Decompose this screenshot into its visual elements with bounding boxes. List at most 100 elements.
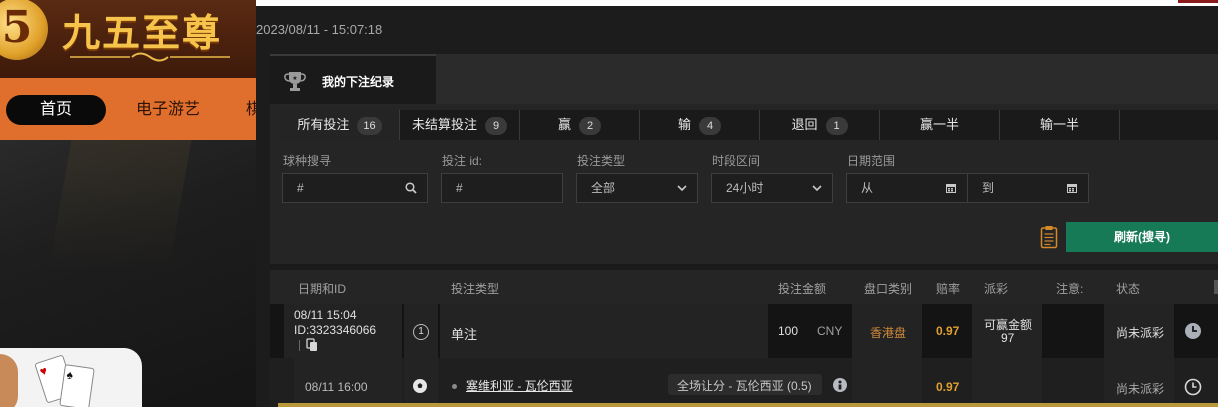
- table-row[interactable]: 08/11 16:00 塞维利亚 - 瓦伦西亚 全场让分 - 瓦伦西亚 (0.5…: [270, 358, 1218, 407]
- date-from-input[interactable]: 从: [846, 173, 968, 203]
- promo-card[interactable]: ♥ ♠: [0, 348, 142, 407]
- tab-count: 4: [699, 116, 721, 135]
- avatar: [0, 354, 18, 407]
- bet-amount: 100: [778, 324, 799, 338]
- date-range-label: 日期范围: [847, 154, 896, 168]
- bet-type-value: 全部: [591, 181, 616, 195]
- bet-id-input[interactable]: #: [441, 173, 563, 203]
- col-amount: 投注金额: [778, 282, 827, 296]
- market-cell: [852, 358, 922, 403]
- bet-type-cell: [440, 304, 768, 358]
- bet-selection: 全场让分 - 瓦伦西亚 (0.5): [677, 379, 812, 393]
- chevron-down-icon: [677, 174, 687, 203]
- tab-lose-half[interactable]: 输一半: [1000, 110, 1120, 140]
- svg-text:★: ★: [292, 75, 297, 82]
- tab-label: 输: [677, 117, 691, 132]
- red-accent: [1178, 0, 1218, 3]
- period-label: 时段区间: [712, 154, 761, 168]
- hero-light: [48, 140, 192, 270]
- bullet: [452, 384, 457, 389]
- nav-chess[interactable]: 棋: [246, 95, 256, 125]
- tab-all-bets[interactable]: 所有投注 16: [280, 110, 400, 140]
- nav-electronic-games[interactable]: 电子游艺: [136, 95, 200, 125]
- col-status: 状态: [1116, 282, 1141, 296]
- period-select[interactable]: 24小时: [711, 173, 833, 203]
- bet-index-badge: 1: [413, 324, 429, 340]
- bet-id-label: 投注 id:: [442, 154, 483, 168]
- tab-win-half[interactable]: 赢一半: [880, 110, 1000, 140]
- separator: [299, 340, 300, 351]
- soccer-ball-icon: [413, 379, 427, 393]
- tab-unsettled[interactable]: 未结算投注 9: [400, 110, 520, 140]
- tab-label: 未结算投注: [411, 117, 477, 132]
- refresh-search-button[interactable]: 刷新(搜寻): [1066, 222, 1218, 252]
- tab-count: 1: [825, 116, 848, 135]
- tab-count: 2: [579, 116, 601, 135]
- col-market: 盘口类别: [864, 282, 913, 296]
- clock-icon[interactable]: [1184, 378, 1202, 396]
- col-payout: 派彩: [984, 282, 1009, 296]
- bet-date: 08/11 15:04: [294, 308, 357, 322]
- screen: 5 九五至尊 首页 电子游艺 棋 ♥ ♠ 2023/08/11 - 15:07:…: [0, 0, 1218, 407]
- bet-odds: 0.97: [936, 324, 960, 338]
- timestamp: 2023/08/11 - 15:07:18: [256, 22, 383, 37]
- site-header: 5 九五至尊: [0, 0, 256, 78]
- col-date-id: 日期和ID: [298, 282, 347, 296]
- copy-icon[interactable]: [306, 338, 318, 352]
- sport-search-placeholder: #: [297, 181, 304, 195]
- bet-id-placeholder: #: [456, 181, 463, 195]
- match-status: 尚未派彩: [1116, 382, 1165, 396]
- modal-title: 我的下注纪录: [322, 75, 395, 89]
- bet-record-modal: 2023/08/11 - 15:07:18 ★ 我的下注纪录 所有投注 16 未…: [256, 0, 1218, 407]
- title-bar-fill: [436, 54, 1218, 104]
- site-nav: 首页 电子游艺 棋: [0, 78, 256, 140]
- tab-win[interactable]: 赢2: [520, 110, 640, 140]
- bet-type-label: 投注类型: [577, 154, 626, 168]
- sport-search-label: 球种搜寻: [283, 154, 332, 168]
- col-odds: 赔率: [936, 282, 961, 296]
- tab-label: 赢: [557, 117, 571, 132]
- bet-market: 香港盘: [870, 326, 907, 340]
- clipboard-icon[interactable]: [1040, 225, 1058, 249]
- sport-search-input[interactable]: #: [282, 173, 428, 203]
- bet-id-prefix: ID:: [294, 323, 310, 337]
- tab-lose[interactable]: 输4: [640, 110, 760, 140]
- logo-ornament: [70, 52, 230, 62]
- bet-id: ID:3323346066: [294, 323, 376, 337]
- bet-status: 尚未派彩: [1116, 326, 1165, 340]
- tab-label: 赢一半: [919, 117, 959, 132]
- chevron-down-icon: [812, 174, 822, 203]
- tab-count: 16: [357, 116, 382, 135]
- table-header: 日期和ID 投注类型 投注金额 盘口类别 赔率 派彩 注意: 状态: [270, 270, 1218, 304]
- date-to-input[interactable]: 到: [967, 173, 1089, 203]
- tab-count: 9: [485, 116, 507, 135]
- title-tab[interactable]: ★ 我的下注纪录: [270, 54, 436, 104]
- date-from-placeholder: 从: [861, 181, 874, 195]
- date-to-placeholder: 到: [982, 181, 995, 195]
- match-time: 08/11 16:00: [305, 380, 368, 394]
- period-value: 24小时: [726, 181, 764, 195]
- row-highlight-bar: [278, 403, 1218, 407]
- clock-icon[interactable]: [1184, 322, 1202, 340]
- tab-refund[interactable]: 退回 1: [760, 110, 880, 140]
- payout-cell: [972, 358, 1042, 403]
- match-odds: 0.97: [936, 380, 960, 394]
- trophy-icon: ★: [284, 72, 306, 91]
- calendar-icon[interactable]: [1066, 174, 1078, 204]
- bet-currency: CNY: [817, 324, 843, 338]
- tab-label: 输一半: [1039, 117, 1079, 132]
- match-link[interactable]: 塞维利亚 - 瓦伦西亚: [466, 377, 573, 394]
- bet-id-value: 3323346066: [309, 323, 377, 337]
- nav-home[interactable]: 首页: [6, 95, 106, 125]
- logo-emblem[interactable]: 5: [0, 0, 48, 60]
- tab-label: 所有投注: [297, 117, 350, 132]
- search-icon[interactable]: [405, 174, 417, 204]
- bet-type-value: 单注: [451, 327, 478, 342]
- table-row[interactable]: 08/11 15:04 ID:3323346066 1 单注 100 CNY 香…: [270, 304, 1218, 358]
- logo-text[interactable]: 九五至尊: [62, 2, 222, 57]
- calendar-icon[interactable]: [945, 174, 957, 204]
- info-icon[interactable]: [832, 377, 848, 393]
- bet-type-select[interactable]: 全部: [576, 173, 698, 203]
- column-toggle[interactable]: [1214, 280, 1218, 294]
- modal-top-strip: [256, 0, 1218, 6]
